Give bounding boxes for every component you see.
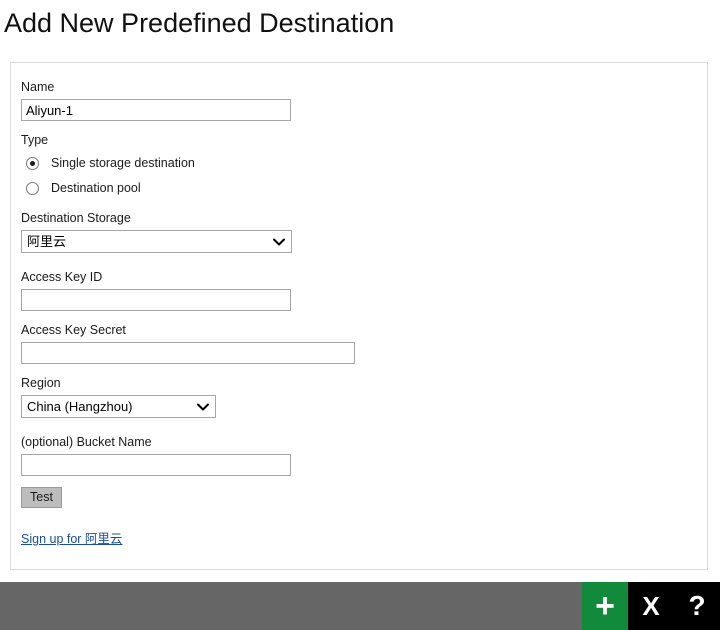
type-label: Type [21,133,49,147]
field-type: Type Single storage destination Destinat… [21,132,697,199]
bucket-name-input[interactable] [21,454,291,476]
region-label: Region [21,376,61,390]
destination-storage-selected-value: 阿里云 [27,234,67,249]
page-title: Add New Predefined Destination [4,8,395,38]
chevron-down-icon [197,396,209,417]
destination-storage-label: Destination Storage [21,211,131,225]
radio-destination-pool-label: Destination pool [51,181,141,195]
field-destination-storage: Destination Storage 阿里云 [21,210,697,258]
name-label: Name [21,80,55,94]
form-fields-container: Name Type Single storage destination Des… [21,79,697,548]
bottom-toolbar: + X ? [0,582,720,630]
region-select[interactable]: China (Hangzhou) [21,395,216,418]
close-button[interactable]: X [628,582,674,630]
name-input[interactable] [21,99,291,121]
radio-unselected-icon [26,181,39,195]
destination-storage-select[interactable]: 阿里云 [21,230,292,253]
test-button-container: Test [21,487,697,508]
signup-link[interactable]: Sign up for 阿里云 [21,528,122,547]
help-button[interactable]: ? [674,582,720,630]
field-access-key-id: Access Key ID [21,269,697,311]
radio-single-storage-destination-label: Single storage destination [51,156,195,170]
add-button[interactable]: + [582,582,628,630]
access-key-secret-input[interactable] [21,342,355,364]
field-name: Name [21,79,697,121]
field-region: Region China (Hangzhou) [21,375,697,423]
field-access-key-secret: Access Key Secret [21,322,697,364]
radio-single-storage-destination[interactable]: Single storage destination [21,152,697,174]
radio-selected-icon [26,156,39,170]
signup-link-container: Sign up for 阿里云 [21,528,697,548]
access-key-id-input[interactable] [21,289,291,311]
chevron-down-icon [273,231,285,252]
region-selected-value: China (Hangzhou) [27,399,133,414]
field-bucket-name: (optional) Bucket Name [21,434,697,476]
access-key-secret-label: Access Key Secret [21,323,126,337]
form-panel: Name Type Single storage destination Des… [10,62,708,570]
test-button[interactable]: Test [21,487,62,508]
radio-destination-pool[interactable]: Destination pool [21,177,697,199]
access-key-id-label: Access Key ID [21,270,103,284]
bucket-name-label: (optional) Bucket Name [21,435,152,449]
